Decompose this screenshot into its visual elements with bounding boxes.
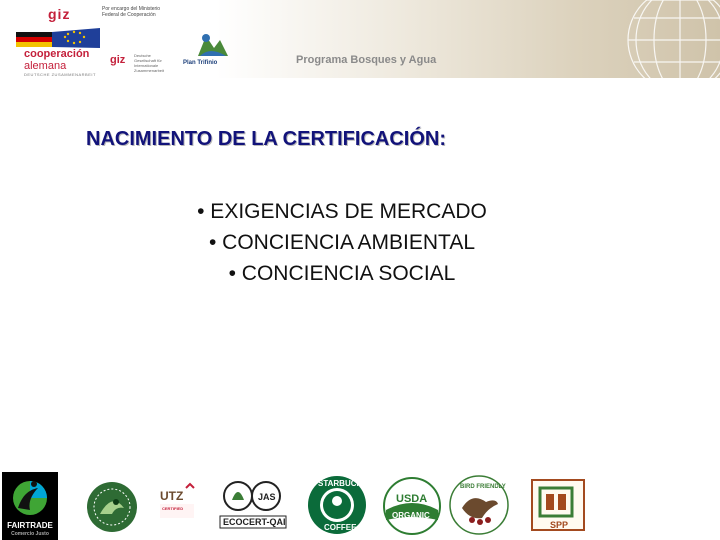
starbucks-coffee-logo: STARBUCKS COFFEE xyxy=(308,476,368,534)
bullet-item: • CONCIENCIA SOCIAL xyxy=(228,262,456,285)
giz-logo: giz xyxy=(110,54,126,66)
coffee-label: COFFEE xyxy=(324,523,357,532)
alemana-label: alemana xyxy=(24,60,67,72)
starbucks-label: STARBUCKS xyxy=(318,479,368,488)
utz-certified-logo: UTZ CERTIFIED xyxy=(160,482,195,518)
slide-heading: NACIMIENTO DE LA CERTIFICACIÓN: xyxy=(86,128,446,150)
giz-caption: Deutsche Gesellschaft für Internationale… xyxy=(134,53,165,73)
bird-friendly-label: BIRD FRIENDLY xyxy=(460,484,506,490)
fairtrade-symbol-icon xyxy=(13,481,47,515)
jas-ecocert-logo: JAS ECOCERT-QAI xyxy=(219,481,287,529)
spp-logo: SPP xyxy=(531,479,585,531)
utz-sublabel: CERTIFIED xyxy=(162,506,183,511)
giz-top-logo: giz xyxy=(48,6,71,22)
cooperacion-label: cooperación xyxy=(24,48,90,60)
bird-friendly-logo: BIRD FRIENDLY xyxy=(449,475,509,535)
german-eu-flag-icon xyxy=(16,28,100,48)
plan-trifinio-label: Plan Trifinio xyxy=(183,60,218,66)
cooperacion-alemana-logo: cooperación alemana DEUTSCHE ZUSAMMENARB… xyxy=(8,26,108,77)
organic-label: ORGANIC xyxy=(392,511,430,520)
usda-organic-logo: USDA ORGANIC xyxy=(383,477,441,535)
header-banner: giz Por encargo del Ministerio Federal d… xyxy=(0,0,720,78)
bullet-list: • EXIGENCIAS DE MERCADO • CONCIENCIA AMB… xyxy=(142,196,542,289)
giz-top-caption: Por encargo del Ministerio Federal de Co… xyxy=(102,6,161,18)
plan-trifinio-logo xyxy=(198,34,228,56)
fairtrade-logo: FAIRTRADE Comercio Justo xyxy=(2,472,58,540)
spp-label: SPP xyxy=(550,520,568,530)
bullet-item: • EXIGENCIAS DE MERCADO xyxy=(197,200,487,223)
program-title: Programa Bosques y Agua xyxy=(296,54,437,66)
utz-label: UTZ xyxy=(160,489,183,503)
fairtrade-label: FAIRTRADE xyxy=(7,521,53,530)
globe-graphic xyxy=(627,0,720,78)
fairtrade-sublabel: Comercio Justo xyxy=(11,531,49,537)
bullet-item: • CONCIENCIA AMBIENTAL xyxy=(208,231,476,254)
coop-subtitle: DEUTSCHE ZUSAMMENARBEIT xyxy=(24,72,96,77)
jas-label: JAS xyxy=(258,492,276,502)
ecocert-label: ECOCERT-QAI xyxy=(223,517,286,527)
rainforest-alliance-logo xyxy=(87,482,137,532)
